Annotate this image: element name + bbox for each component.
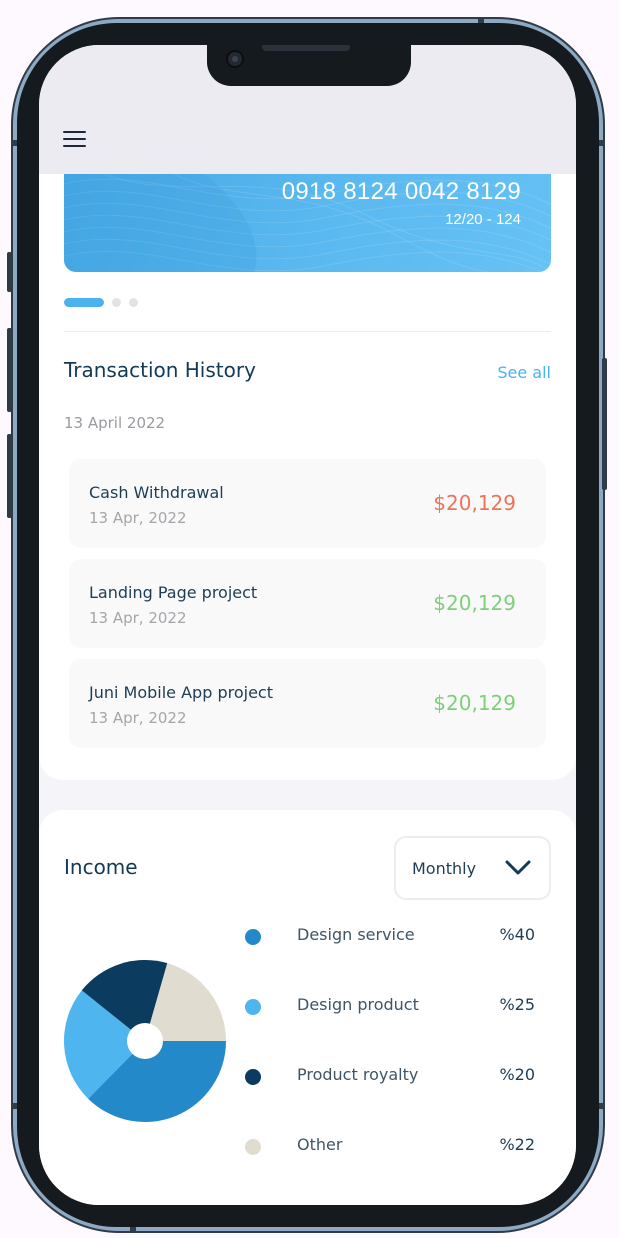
phone-screen: 0918 8124 0042 8129 12/20 - 124 Transact… <box>39 45 576 1205</box>
volume-up-button <box>7 328 12 412</box>
transaction-name: Cash Withdrawal <box>89 483 224 502</box>
bank-card[interactable]: 0918 8124 0042 8129 12/20 - 124 <box>64 174 551 272</box>
transaction-amount: $20,129 <box>433 691 516 715</box>
legend-value: %25 <box>499 995 535 1014</box>
antenna-band <box>599 140 605 146</box>
transaction-item[interactable]: Juni Mobile App project 13 Apr, 2022 $20… <box>69 659 546 748</box>
transaction-list: Cash Withdrawal 13 Apr, 2022 $20,129 Lan… <box>69 459 546 759</box>
legend-swatch <box>245 1069 261 1085</box>
pie-center-hole <box>127 1023 163 1059</box>
carousel-dot-2[interactable] <box>112 298 121 307</box>
antenna-band <box>599 1103 605 1109</box>
legend-value: %20 <box>499 1065 535 1084</box>
income-title: Income <box>64 855 138 879</box>
legend-item: Product royalty %20 <box>245 1064 535 1134</box>
legend-item: Design product %25 <box>245 994 535 1064</box>
transaction-date: 13 Apr, 2022 <box>89 709 187 727</box>
legend-item: Design service %40 <box>245 924 535 994</box>
legend-item: Other %22 <box>245 1134 535 1204</box>
carousel-dot-3[interactable] <box>129 298 138 307</box>
volume-down-button <box>7 434 12 518</box>
legend-value: %40 <box>499 925 535 944</box>
mute-switch <box>7 252 12 292</box>
wallet-panel: 0918 8124 0042 8129 12/20 - 124 Transact… <box>39 174 576 780</box>
transaction-item[interactable]: Cash Withdrawal 13 Apr, 2022 $20,129 <box>69 459 546 548</box>
transaction-amount: $20,129 <box>433 491 516 515</box>
income-panel: Income Monthly Design service %40 Design… <box>39 810 576 1205</box>
transaction-amount: $20,129 <box>433 591 516 615</box>
income-pie-chart <box>64 960 226 1122</box>
legend-label: Design product <box>297 995 419 1014</box>
legend-swatch <box>245 929 261 945</box>
legend-label: Product royalty <box>297 1065 419 1084</box>
transaction-date: 13 Apr, 2022 <box>89 609 187 627</box>
transaction-history-title: Transaction History <box>64 358 256 382</box>
period-dropdown-value: Monthly <box>412 859 477 878</box>
legend-label: Design service <box>297 925 415 944</box>
notch <box>207 45 411 86</box>
speaker-grille <box>262 45 350 51</box>
legend-label: Other <box>297 1135 343 1154</box>
power-button <box>602 358 607 490</box>
transaction-name: Juni Mobile App project <box>89 683 273 702</box>
card-carousel-indicator <box>64 298 138 307</box>
income-legend: Design service %40 Design product %25 Pr… <box>245 924 535 1204</box>
hamburger-menu-icon[interactable] <box>63 131 86 147</box>
see-all-link[interactable]: See all <box>497 363 551 382</box>
card-expiry: 12/20 - 124 <box>445 211 521 228</box>
transaction-date: 13 Apr, 2022 <box>89 509 187 527</box>
transaction-item[interactable]: Landing Page project 13 Apr, 2022 $20,12… <box>69 559 546 648</box>
transaction-date-heading: 13 April 2022 <box>64 414 166 432</box>
divider <box>64 331 551 332</box>
legend-swatch <box>245 1139 261 1155</box>
chevron-down-icon <box>505 860 531 875</box>
card-number: 0918 8124 0042 8129 <box>281 178 521 205</box>
transaction-name: Landing Page project <box>89 583 258 602</box>
carousel-dot-1[interactable] <box>64 298 104 307</box>
legend-value: %22 <box>499 1135 535 1154</box>
period-dropdown[interactable]: Monthly <box>394 836 551 900</box>
legend-swatch <box>245 999 261 1015</box>
front-camera-icon <box>226 50 244 68</box>
